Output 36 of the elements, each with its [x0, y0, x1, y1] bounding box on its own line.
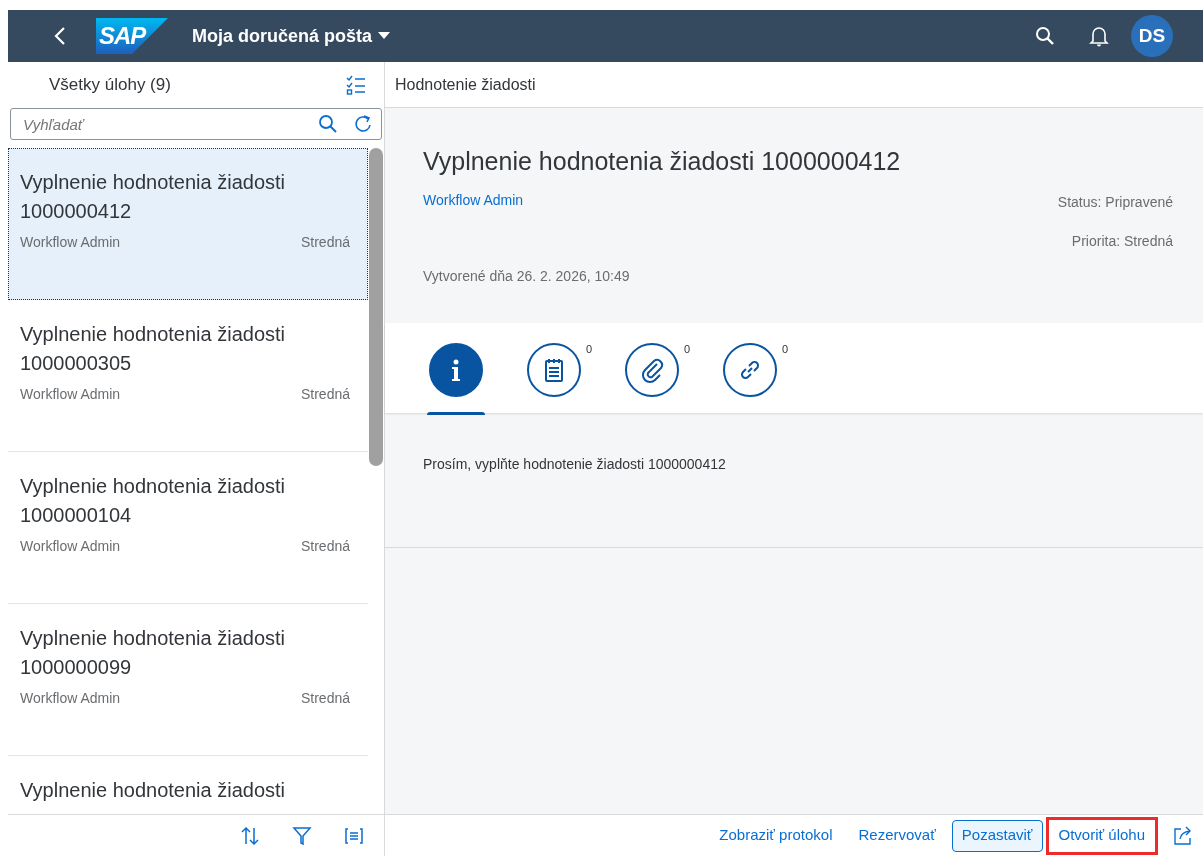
search-icon[interactable] — [318, 114, 338, 134]
scrollbar[interactable] — [369, 148, 383, 466]
count-label: 0 — [585, 342, 592, 357]
notes-tab[interactable] — [527, 343, 581, 397]
search-icon[interactable] — [1035, 26, 1055, 46]
list-header: Všetky úlohy (9) — [49, 74, 172, 97]
refresh-icon[interactable] — [354, 114, 372, 134]
search-field[interactable]: Vyhľadať — [10, 108, 382, 140]
link-tab[interactable] — [723, 343, 777, 397]
filter-icon[interactable] — [292, 825, 312, 846]
bell-icon[interactable] — [1089, 25, 1109, 47]
status-text: Status: Pripravené — [1057, 193, 1173, 212]
footer-button[interactable]: Otvoriť úlohu — [1048, 819, 1155, 852]
footer-button[interactable]: Rezervovať — [848, 819, 946, 852]
logo: SAP — [96, 18, 168, 54]
paperclip-tab[interactable] — [625, 343, 679, 397]
footer-button[interactable]: Zobraziť protokol — [709, 819, 843, 852]
priority-text: Priorita: Stredná — [1071, 232, 1173, 251]
creator-link[interactable]: Workflow Admin — [423, 190, 524, 211]
footer-button[interactable]: Pozastaviť — [951, 819, 1043, 852]
task-title: Vyplnenie hodnotenia žiadosti 1000000412 — [423, 146, 901, 176]
multi-select-icon[interactable] — [346, 75, 366, 95]
group-icon[interactable] — [344, 825, 364, 846]
created-date: Vytvorené dňa 26. 2. 2026, 10:49 — [423, 267, 630, 286]
caret-icon — [378, 32, 391, 40]
count-label: 0 — [683, 342, 690, 357]
info-tab[interactable] — [429, 343, 483, 397]
count-label: 0 — [781, 342, 788, 357]
share-icon[interactable] — [1173, 825, 1193, 846]
task-list-item[interactable]: Vyplnenie hodnotenia žiadosti 1000000412 Workflow Admin Stredná — [8, 148, 368, 300]
detail-header: Hodnotenie žiadosti — [395, 74, 536, 95]
sort-icon[interactable] — [240, 825, 260, 846]
task-description: Prosím, vyplňte hodnotenie žiadosti 1000000412 — [423, 456, 726, 472]
info-icon — [451, 358, 461, 382]
user-avatar[interactable]: DS — [1131, 15, 1173, 57]
app-title-menu[interactable]: Moja doručená pošta — [192, 22, 391, 50]
